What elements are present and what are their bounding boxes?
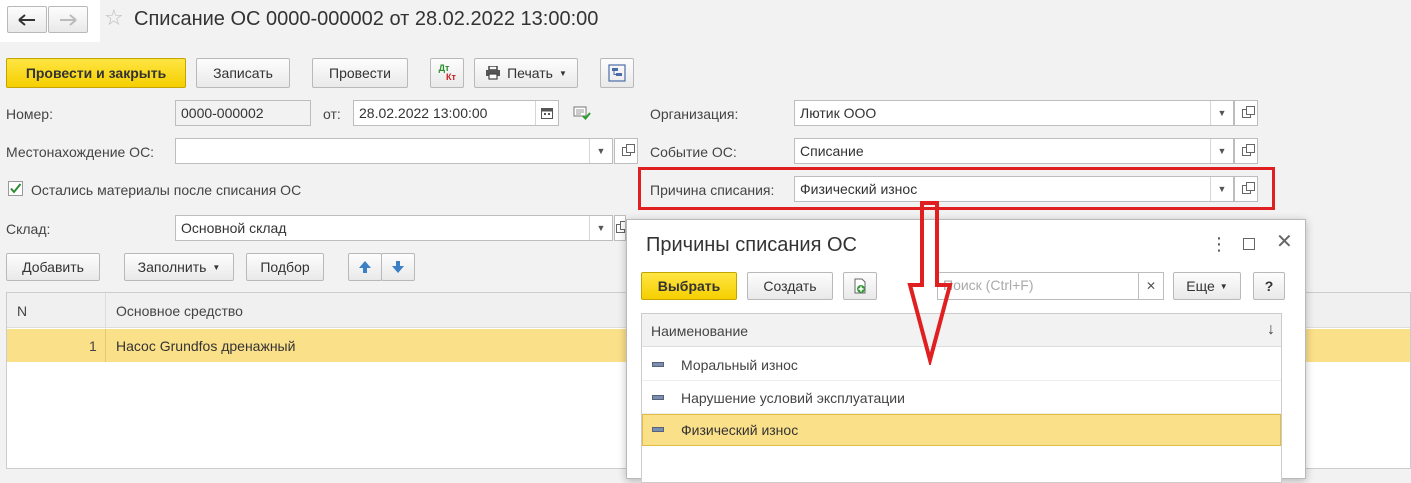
row-asset: Насос Grundfos дренажный — [116, 338, 296, 354]
help-button[interactable]: ? — [1253, 272, 1285, 300]
date-field[interactable]: 28.02.2022 13:00:00 — [353, 100, 559, 126]
arrow-down-icon — [392, 261, 404, 273]
forward-button[interactable] — [48, 6, 88, 33]
create-button[interactable]: Создать — [747, 272, 833, 300]
post-button[interactable]: Провести — [312, 58, 408, 88]
event-value: Списание — [800, 143, 864, 159]
list-item-selected[interactable]: Физический износ — [642, 414, 1281, 446]
column-n[interactable]: N — [17, 303, 27, 319]
structure-button[interactable] — [600, 58, 634, 88]
arrow-up-icon — [359, 261, 371, 273]
location-dropdown-button[interactable]: ▼ — [589, 139, 612, 163]
location-label: Местонахождение ОС: — [6, 144, 155, 160]
close-icon[interactable]: ✕ — [1276, 232, 1293, 252]
more-button[interactable]: Еще ▼ — [1173, 272, 1241, 300]
hierarchy-icon — [608, 64, 626, 82]
column-divider — [105, 329, 106, 362]
item-label: Нарушение условий эксплуатации — [681, 390, 905, 406]
sort-arrow-icon: ↓ — [1267, 321, 1275, 338]
chevron-down-icon: ▼ — [212, 262, 221, 272]
fill-label: Заполнить — [137, 259, 207, 275]
item-label: Моральный износ — [681, 357, 798, 373]
number-label: Номер: — [6, 106, 53, 122]
materials-label[interactable]: Остались материалы после списания ОС — [31, 182, 301, 198]
chevron-down-icon: ▼ — [558, 68, 567, 78]
dialog-list-header[interactable]: Наименование ↓ — [642, 314, 1281, 347]
create-copy-button[interactable] — [843, 272, 877, 300]
warehouse-dropdown-button[interactable]: ▼ — [589, 216, 612, 240]
list-item[interactable]: Нарушение условий эксплуатации — [642, 381, 1281, 414]
organization-open-button[interactable] — [1234, 100, 1258, 126]
open-icon — [1241, 143, 1255, 156]
select-button[interactable]: Выбрать — [641, 272, 737, 300]
add-button[interactable]: Добавить — [6, 253, 100, 281]
calendar-icon — [541, 108, 553, 119]
chevron-down-icon: ▼ — [1219, 281, 1228, 291]
item-icon — [652, 362, 664, 367]
item-icon — [652, 427, 664, 432]
more-label: Еще — [1186, 278, 1215, 294]
date-value: 28.02.2022 13:00:00 — [359, 105, 488, 121]
date-label: от: — [323, 106, 341, 122]
row-number: 1 — [89, 338, 97, 354]
event-open-button[interactable] — [1234, 138, 1258, 164]
event-label: Событие ОС: — [650, 144, 737, 160]
location-field[interactable]: ▼ — [175, 138, 613, 164]
dialog-title: Причины списания ОС — [646, 234, 857, 256]
clear-search-button[interactable]: ✕ — [1138, 272, 1164, 300]
column-asset[interactable]: Основное средство — [116, 303, 243, 319]
maximize-icon[interactable] — [1243, 238, 1255, 250]
more-actions-icon[interactable]: ⋮ — [1210, 234, 1228, 255]
reasons-dialog: Причины списания ОС ⋮ ✕ Выбрать Создать … — [626, 219, 1306, 483]
back-button[interactable] — [7, 6, 47, 33]
warehouse-open-button[interactable] — [614, 215, 626, 241]
event-field[interactable]: Списание ▼ — [794, 138, 1234, 164]
highlight-frame — [638, 167, 1275, 210]
event-dropdown-button[interactable]: ▼ — [1210, 139, 1233, 163]
organization-field[interactable]: Лютик ООО ▼ — [794, 100, 1234, 126]
print-button[interactable]: Печать ▼ — [474, 58, 578, 88]
move-up-button[interactable] — [348, 253, 382, 281]
favorite-star-icon[interactable]: ☆ — [104, 7, 124, 29]
warehouse-field[interactable]: Основной склад ▼ — [175, 215, 613, 241]
search-input[interactable]: Поиск (Ctrl+F) — [937, 272, 1163, 300]
move-down-button[interactable] — [381, 253, 415, 281]
organization-dropdown-button[interactable]: ▼ — [1210, 101, 1233, 125]
arrow-right-icon — [60, 13, 77, 26]
item-icon — [652, 395, 664, 400]
list-item[interactable]: Моральный износ — [642, 348, 1281, 381]
column-divider — [105, 293, 106, 328]
print-label: Печать — [507, 65, 553, 81]
kt-label: Кт — [446, 72, 456, 82]
warehouse-label: Склад: — [6, 221, 51, 237]
annotation-arrow — [907, 201, 953, 365]
printer-icon — [486, 66, 501, 80]
arrow-left-icon — [18, 13, 35, 26]
organization-label: Организация: — [650, 106, 739, 122]
pick-button[interactable]: Подбор — [246, 253, 324, 281]
calendar-button[interactable] — [535, 101, 558, 125]
item-label: Физический износ — [681, 422, 799, 438]
checkmark-icon — [10, 183, 22, 194]
window-title: Списание ОС 0000-000002 от 28.02.2022 13… — [134, 8, 599, 30]
search-placeholder: Поиск (Ctrl+F) — [943, 277, 1034, 293]
copy-add-icon — [854, 278, 866, 294]
dialog-list: Наименование ↓ Моральный износ Нарушение… — [641, 313, 1282, 483]
organization-value: Лютик ООО — [800, 105, 877, 121]
open-icon — [1241, 105, 1255, 118]
location-open-button[interactable] — [614, 138, 638, 164]
open-icon — [615, 220, 625, 233]
fill-button[interactable]: Заполнить ▼ — [124, 253, 234, 281]
post-and-close-button[interactable]: Провести и закрыть — [6, 58, 186, 88]
column-name: Наименование — [651, 323, 749, 339]
dtkt-button[interactable]: Дт Кт — [430, 58, 464, 88]
materials-checkbox[interactable] — [8, 181, 23, 196]
save-button[interactable]: Записать — [196, 58, 290, 88]
warehouse-value: Основной склад — [181, 220, 287, 236]
document-status-icon[interactable] — [573, 106, 591, 123]
number-field[interactable]: 0000-000002 — [175, 100, 311, 126]
open-icon — [621, 143, 635, 156]
